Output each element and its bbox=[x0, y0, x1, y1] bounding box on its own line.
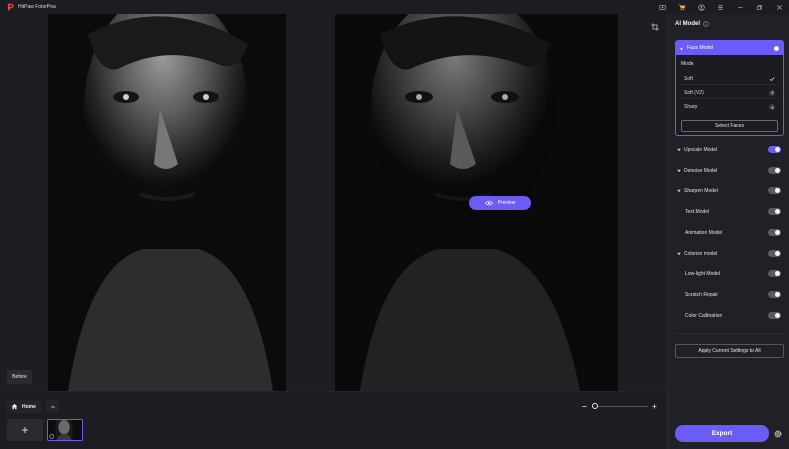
face-model-label: Face Model bbox=[687, 45, 714, 51]
face-model-toggle[interactable] bbox=[767, 44, 780, 52]
download-icon[interactable] bbox=[769, 104, 775, 110]
model-label: Animation Model bbox=[685, 230, 723, 236]
mode-option-soft[interactable]: Soft bbox=[680, 73, 779, 85]
export-button[interactable]: Export bbox=[675, 425, 769, 442]
preview-button[interactable]: Preview bbox=[469, 196, 531, 210]
model-toggle[interactable] bbox=[768, 187, 781, 194]
zoom-slider-handle[interactable] bbox=[592, 403, 598, 409]
face-model-header[interactable]: Face Model bbox=[676, 41, 783, 55]
mode-option-sharp[interactable]: Sharp bbox=[680, 101, 779, 113]
model-row[interactable]: Denoise Model bbox=[675, 166, 784, 176]
caret-down-icon[interactable] bbox=[676, 188, 682, 194]
zoom-in-icon[interactable] bbox=[650, 402, 658, 410]
zoom-out-icon[interactable] bbox=[580, 402, 588, 410]
caret-down-icon[interactable] bbox=[676, 251, 682, 257]
bottom-bar: Home + bbox=[0, 391, 667, 449]
caret-down-icon[interactable] bbox=[676, 168, 682, 174]
gear-icon[interactable] bbox=[773, 429, 783, 439]
model-label: Color Calibration bbox=[685, 313, 723, 319]
apply-to-all-button[interactable]: Apply Current Settings to All bbox=[675, 344, 784, 358]
eye-icon bbox=[484, 200, 493, 206]
model-toggle[interactable] bbox=[768, 229, 781, 236]
screen-record-icon[interactable] bbox=[653, 0, 673, 14]
panel-title: AI Model bbox=[675, 21, 700, 27]
model-row[interactable]: Color Calibration bbox=[675, 311, 784, 321]
mode-option-label: Soft bbox=[684, 75, 693, 82]
mode-option-soft-v2[interactable]: Soft (V2) bbox=[680, 87, 779, 99]
model-toggle[interactable] bbox=[768, 270, 781, 277]
preview-label: Preview bbox=[497, 200, 516, 206]
model-toggle[interactable] bbox=[768, 208, 781, 215]
info-icon[interactable] bbox=[703, 21, 709, 27]
model-label: Upscale Model bbox=[684, 147, 718, 153]
mode-option-label: Soft (V2) bbox=[684, 89, 704, 96]
model-toggle[interactable] bbox=[768, 312, 781, 319]
model-toggle[interactable] bbox=[768, 146, 781, 153]
model-row[interactable]: Colorize model bbox=[675, 249, 784, 259]
crop-icon[interactable] bbox=[651, 23, 659, 31]
model-row[interactable]: Animation Model bbox=[675, 228, 784, 238]
model-label: Scratch Repair bbox=[685, 292, 719, 298]
model-toggle[interactable] bbox=[768, 167, 781, 174]
model-label: Colorize model bbox=[684, 251, 718, 257]
caret-down-icon[interactable] bbox=[676, 147, 682, 153]
before-image bbox=[48, 14, 286, 391]
model-label: Low-light Model bbox=[685, 271, 721, 277]
model-label: Text Model bbox=[685, 209, 710, 215]
caret-up-icon bbox=[680, 47, 683, 49]
collapse-button[interactable] bbox=[46, 400, 59, 413]
app-logo-icon bbox=[7, 3, 14, 11]
checkmark-icon bbox=[769, 76, 775, 82]
model-row[interactable]: Sharpen Model bbox=[675, 186, 784, 196]
model-row[interactable]: Upscale Model bbox=[675, 145, 784, 155]
close-icon[interactable] bbox=[770, 0, 789, 14]
select-faces-button[interactable]: Select Faces bbox=[681, 120, 778, 132]
restore-icon[interactable] bbox=[750, 0, 770, 14]
image-canvas: Preview Before bbox=[0, 14, 667, 391]
face-model-section: Face Model Mode Soft Soft (V2) Sharp Sel… bbox=[675, 40, 784, 136]
download-icon[interactable] bbox=[769, 89, 775, 96]
account-icon[interactable] bbox=[692, 0, 712, 14]
zoom-control bbox=[580, 402, 660, 410]
home-button[interactable]: Home bbox=[6, 400, 41, 413]
zoom-slider-track[interactable] bbox=[594, 405, 648, 407]
model-label: Denoise Model bbox=[684, 168, 718, 174]
model-row[interactable]: Text Model bbox=[675, 207, 784, 217]
model-toggle[interactable] bbox=[768, 250, 781, 257]
model-label: Sharpen Model bbox=[684, 188, 718, 194]
app-title: HitPaw FotorPea bbox=[18, 4, 56, 10]
ai-model-panel: AI Model Face Model Mode Soft Soft (V2) bbox=[667, 14, 789, 449]
add-image-button[interactable]: + bbox=[7, 419, 43, 441]
home-icon bbox=[11, 403, 18, 410]
image-thumbnail[interactable] bbox=[47, 419, 83, 441]
panel-divider bbox=[675, 333, 784, 334]
minimize-icon[interactable] bbox=[731, 0, 751, 14]
mode-label: Mode bbox=[681, 61, 694, 67]
chevron-up-icon bbox=[50, 405, 55, 408]
menu-icon[interactable] bbox=[711, 0, 731, 14]
model-row[interactable]: Scratch Repair bbox=[675, 290, 784, 300]
before-label: Before bbox=[7, 370, 32, 384]
title-bar: HitPaw FotorPea bbox=[0, 0, 789, 14]
model-row[interactable]: Low-light Model bbox=[675, 269, 784, 279]
mode-option-label: Sharp bbox=[684, 104, 698, 110]
cart-icon[interactable] bbox=[672, 0, 692, 14]
model-toggle[interactable] bbox=[768, 291, 781, 298]
home-label: Home bbox=[22, 403, 36, 410]
